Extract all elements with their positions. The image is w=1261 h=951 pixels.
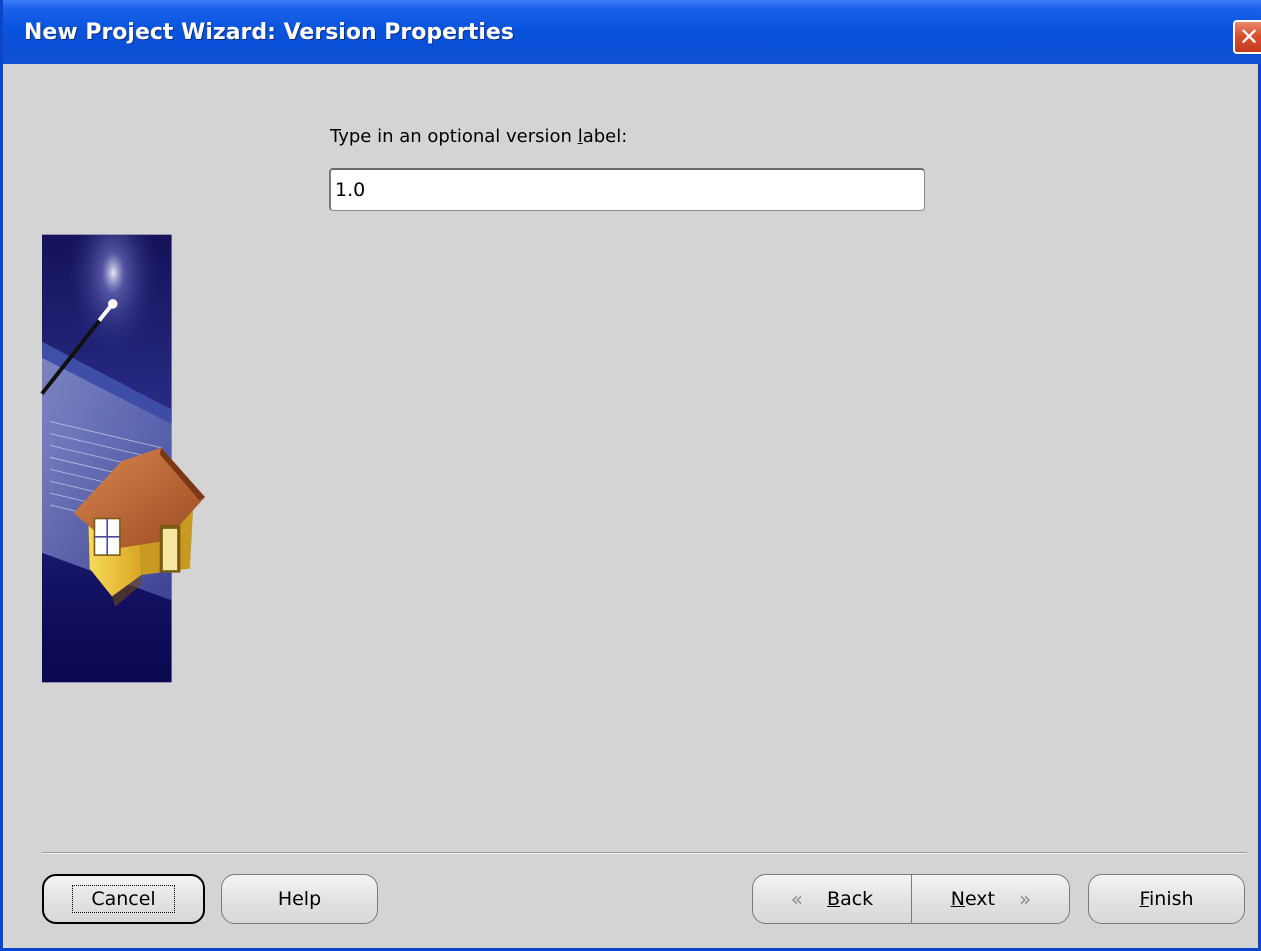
cancel-label: Cancel bbox=[72, 885, 175, 913]
next-label-rest: ext bbox=[964, 888, 996, 910]
next-mnemonic: N bbox=[950, 888, 965, 910]
finish-mnemonic: F bbox=[1139, 888, 1149, 910]
finish-button[interactable]: Finish bbox=[1088, 874, 1245, 924]
next-label: Next bbox=[951, 888, 995, 910]
button-separator bbox=[42, 852, 1247, 854]
finish-label: Finish bbox=[1139, 888, 1193, 910]
wizard-house-illustration bbox=[40, 234, 206, 683]
help-button[interactable]: Help bbox=[221, 874, 378, 924]
prompt-text-rest: abel: bbox=[582, 126, 628, 147]
title-bar[interactable]: New Project Wizard: Version Properties ✕ bbox=[3, 0, 1261, 64]
back-arrow-icon: « bbox=[790, 887, 804, 911]
version-label-input[interactable] bbox=[329, 168, 925, 211]
window-title: New Project Wizard: Version Properties bbox=[24, 20, 514, 45]
close-button[interactable]: ✕ bbox=[1233, 20, 1261, 54]
close-icon: ✕ bbox=[1238, 23, 1260, 51]
cancel-button[interactable]: Cancel bbox=[42, 874, 205, 924]
back-label-rest: ack bbox=[840, 888, 874, 910]
back-label: Back bbox=[827, 888, 873, 910]
finish-label-rest: inish bbox=[1149, 888, 1194, 910]
wizard-dialog: New Project Wizard: Version Properties ✕ bbox=[0, 0, 1261, 951]
back-button[interactable]: « Back bbox=[753, 875, 911, 923]
help-label: Help bbox=[277, 888, 322, 910]
version-label-prompt: Type in an optional version label: bbox=[330, 126, 627, 147]
navigation-button-group: « Back Next » bbox=[752, 874, 1070, 924]
prompt-text: Type in an optional version bbox=[330, 126, 578, 147]
back-mnemonic: B bbox=[827, 888, 841, 910]
next-arrow-icon: » bbox=[1019, 887, 1032, 911]
next-button[interactable]: Next » bbox=[912, 875, 1069, 923]
